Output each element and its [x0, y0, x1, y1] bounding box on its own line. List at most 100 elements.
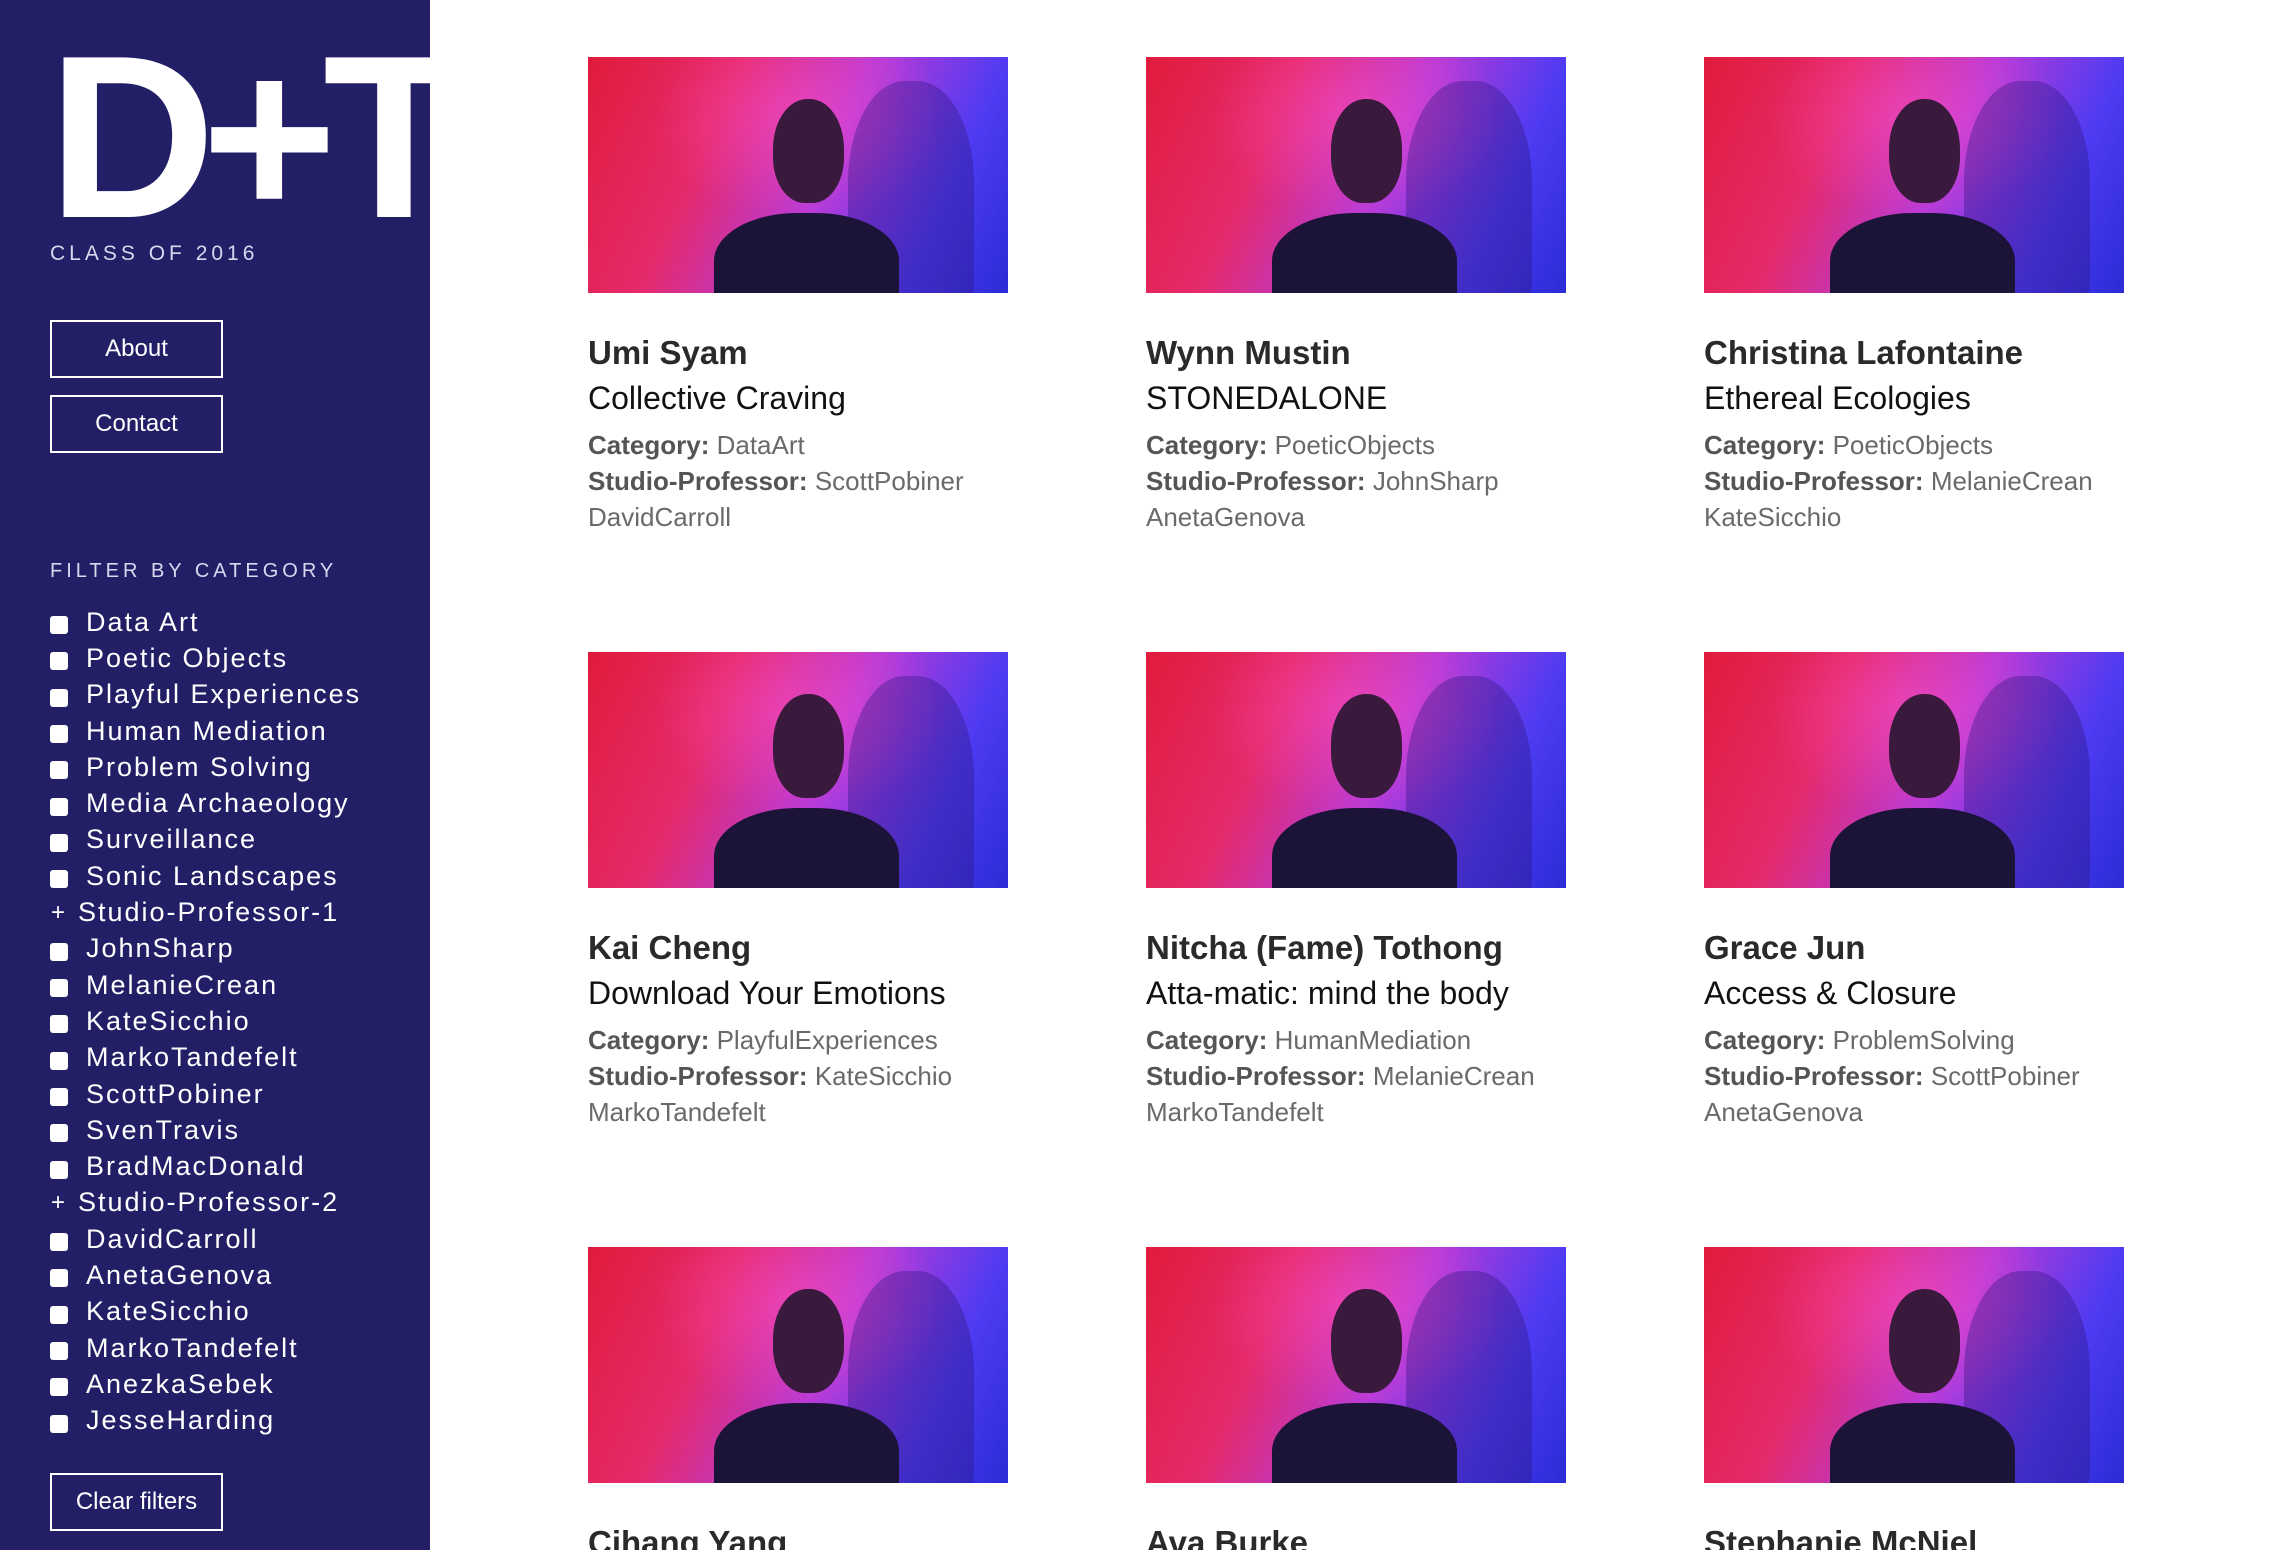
filter-item[interactable]: AnetaGenova: [50, 1257, 361, 1293]
filter-checkbox[interactable]: [50, 1124, 68, 1143]
filter-checkbox[interactable]: [50, 797, 68, 816]
filter-checkbox[interactable]: [50, 616, 68, 635]
project-title[interactable]: Atta-matic: mind the body: [1146, 974, 1566, 1012]
student-card[interactable]: Kai Cheng Download Your Emotions Category:…: [588, 652, 1008, 1130]
filter-checkbox[interactable]: [50, 1160, 68, 1179]
filter-checkbox[interactable]: [50, 1342, 68, 1361]
filter-item[interactable]: KateSicchio: [50, 1003, 361, 1039]
filter-checkbox[interactable]: [50, 652, 68, 671]
student-card[interactable]: Nitcha (Fame) Tothong Atta-matic: mind th…: [1146, 652, 1566, 1130]
filter-item[interactable]: ScottPobiner: [50, 1076, 361, 1112]
filter-checkbox[interactable]: [50, 725, 68, 744]
filter-checkbox[interactable]: [50, 1233, 68, 1252]
photo-head: [1888, 1289, 1961, 1394]
project-title[interactable]: Access & Closure: [1704, 974, 2124, 1012]
filter-item[interactable]: JesseHarding: [50, 1403, 361, 1439]
category-value: PoeticObjects: [1832, 429, 1993, 460]
filter-item[interactable]: SvenTravis: [50, 1112, 361, 1148]
expand-plus-icon[interactable]: +: [50, 1189, 68, 1217]
student-photo[interactable]: [588, 57, 1008, 293]
contact-button[interactable]: Contact: [50, 395, 223, 453]
student-name[interactable]: Stephanie McNiel: [1704, 1523, 2124, 1550]
filter-checkbox[interactable]: [50, 1051, 68, 1070]
filter-item[interactable]: MarkoTandefelt: [50, 1040, 361, 1076]
filter-item[interactable]: Surveillance: [50, 822, 361, 858]
second-professor-value: MarkoTandefelt: [588, 1096, 766, 1127]
site-logo[interactable]: D+T: [48, 22, 430, 254]
filter-item[interactable]: BradMacDonald: [50, 1148, 361, 1184]
filter-checkbox[interactable]: [50, 1414, 68, 1433]
student-name[interactable]: Cihang Yang: [588, 1523, 1008, 1550]
filter-item[interactable]: Sonic Landscapes: [50, 858, 361, 894]
project-title[interactable]: Ethereal Ecologies: [1704, 379, 2124, 417]
filter-heading: FILTER BY CATEGORY: [50, 560, 338, 582]
student-photo[interactable]: [1146, 57, 1566, 293]
photo-head: [1330, 694, 1403, 799]
filter-label: Human Mediation: [86, 715, 328, 746]
student-name[interactable]: Umi Syam: [588, 333, 1008, 373]
filter-item[interactable]: Human Mediation: [50, 713, 361, 749]
filter-item[interactable]: DavidCarroll: [50, 1221, 361, 1257]
student-name[interactable]: Wynn Mustin: [1146, 333, 1566, 373]
filter-item[interactable]: AnezkaSebek: [50, 1366, 361, 1402]
filter-checkbox[interactable]: [50, 1269, 68, 1288]
studio-professor-label: Studio-Professor:: [1146, 465, 1366, 496]
filter-item[interactable]: KateSicchio: [50, 1294, 361, 1330]
filter-label: BradMacDonald: [86, 1151, 306, 1182]
student-name[interactable]: Nitcha (Fame) Tothong: [1146, 928, 1566, 968]
photo-body: [714, 212, 899, 293]
filter-checkbox[interactable]: [50, 942, 68, 961]
filter-item[interactable]: Problem Solving: [50, 749, 361, 785]
category-value: PoeticObjects: [1274, 429, 1435, 460]
filter-checkbox[interactable]: [50, 870, 68, 889]
student-photo[interactable]: [1704, 1247, 2124, 1483]
student-name[interactable]: Kai Cheng: [588, 928, 1008, 968]
project-meta: Category: PoeticObjects Studio-Professor:…: [1704, 427, 2124, 535]
photo-body: [1830, 212, 2015, 293]
filter-item[interactable]: Playful Experiences: [50, 677, 361, 713]
clear-filters-button[interactable]: Clear filters: [50, 1473, 223, 1531]
student-photo[interactable]: [1704, 57, 2124, 293]
expand-plus-icon[interactable]: +: [50, 899, 68, 927]
student-card[interactable]: Ava Burke: [1146, 1247, 1566, 1550]
filter-checkbox[interactable]: [50, 761, 68, 780]
student-name[interactable]: Christina Lafontaine: [1704, 333, 2124, 373]
student-card[interactable]: Umi Syam Collective Craving Category: Data…: [588, 57, 1008, 535]
filter-group[interactable]: + Studio-Professor-2: [50, 1185, 361, 1221]
student-card[interactable]: Christina Lafontaine Ethereal Ecologies Ca…: [1704, 57, 2124, 535]
student-name[interactable]: Grace Jun: [1704, 928, 2124, 968]
filter-checkbox[interactable]: [50, 1378, 68, 1397]
student-card[interactable]: Stephanie McNiel: [1704, 1247, 2124, 1550]
project-title[interactable]: Collective Craving: [588, 379, 1008, 417]
filter-checkbox[interactable]: [50, 1015, 68, 1034]
student-card[interactable]: Wynn Mustin STONEDALONE Category: PoeticOb…: [1146, 57, 1566, 535]
student-name[interactable]: Ava Burke: [1146, 1523, 1566, 1550]
project-title[interactable]: STONEDALONE: [1146, 379, 1566, 417]
filter-checkbox[interactable]: [50, 1088, 68, 1106]
project-title[interactable]: Download Your Emotions: [588, 974, 1008, 1012]
filter-checkbox[interactable]: [50, 688, 68, 707]
category-value: DataArt: [716, 429, 805, 460]
filter-item[interactable]: MelanieCrean: [50, 967, 361, 1003]
filter-item[interactable]: JohnSharp: [50, 931, 361, 967]
filter-item[interactable]: Data Art: [50, 604, 361, 640]
filter-group[interactable]: + Studio-Professor-1: [50, 894, 361, 930]
filter-item[interactable]: Poetic Objects: [50, 640, 361, 676]
student-photo[interactable]: [1146, 1247, 1566, 1483]
student-photo[interactable]: [1704, 652, 2124, 888]
category-label: Category:: [1146, 1024, 1268, 1055]
student-photo[interactable]: [588, 1247, 1008, 1483]
category-label: Category:: [1704, 1024, 1826, 1055]
filter-item[interactable]: Media Archaeology: [50, 785, 361, 821]
student-card[interactable]: Cihang Yang: [588, 1247, 1008, 1550]
studio-professor-value: ScottPobiner: [1930, 1060, 2080, 1091]
filter-checkbox[interactable]: [50, 1305, 68, 1324]
studio-professor-label: Studio-Professor:: [1146, 1060, 1366, 1091]
filter-checkbox[interactable]: [50, 833, 68, 852]
about-button[interactable]: About: [50, 320, 223, 378]
student-card[interactable]: Grace Jun Access & Closure Category: Probl…: [1704, 652, 2124, 1130]
student-photo[interactable]: [1146, 652, 1566, 888]
filter-item[interactable]: MarkoTandefelt: [50, 1330, 361, 1366]
filter-checkbox[interactable]: [50, 979, 68, 998]
student-photo[interactable]: [588, 652, 1008, 888]
